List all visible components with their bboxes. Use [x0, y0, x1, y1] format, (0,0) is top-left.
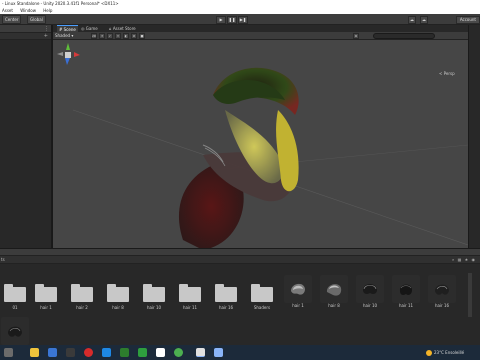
hair-model-thumbnail: [291, 283, 305, 295]
menu-window[interactable]: Window: [20, 8, 36, 13]
filter-icon[interactable]: ▦: [458, 257, 463, 262]
tab-game[interactable]: ◎ Game: [79, 25, 100, 32]
scene-toolbar: Shaded ▾ 2D ☀ ♪ ✦ ◐ # ■ ⚙: [53, 32, 468, 40]
project-toolbar: ts ⌕ ▦ ★ ◉: [0, 256, 480, 264]
unity-icon[interactable]: [196, 348, 205, 357]
opera-icon[interactable]: [84, 348, 93, 357]
hierarchy-toolbar: +: [0, 33, 51, 40]
folder-icon: [4, 283, 26, 302]
scene-tabs: # Scene ◎ Game ⌂ Asset Store: [53, 25, 468, 32]
audio-icon[interactable]: ♪: [107, 33, 113, 39]
hierarchy-panel: ⋮ +: [0, 25, 52, 248]
chrome-icon[interactable]: [174, 348, 183, 357]
2d-toggle[interactable]: 2D: [91, 33, 97, 39]
scene-search-input[interactable]: [373, 33, 435, 39]
asset-item[interactable]: hair 1: [31, 277, 61, 313]
asset-item[interactable]: hair 8: [319, 275, 349, 311]
visual-studio-icon[interactable]: [214, 348, 223, 357]
perspective-label[interactable]: < Persp: [439, 71, 455, 76]
hair-model-thumbnail: [326, 284, 342, 296]
asset-item[interactable]: hair 16: [427, 275, 457, 311]
menu-asset[interactable]: Asset: [2, 8, 13, 13]
tab-asset-store[interactable]: ⌂ Asset Store: [107, 25, 138, 32]
scene-viewport: [72, 67, 468, 248]
project-panel: ts ⌕ ▦ ★ ◉ 01 hair 1 hair 2 hair 8 hair …: [0, 248, 480, 345]
game-icon[interactable]: [138, 348, 147, 357]
cloud-icon[interactable]: ☁: [420, 16, 428, 24]
search-icon[interactable]: ⌕: [452, 257, 455, 262]
asset-item[interactable]: 01: [0, 277, 30, 313]
project-path-label: ts: [1, 257, 5, 262]
lighting-icon[interactable]: ☀: [99, 33, 105, 39]
more-icon[interactable]: ⋮: [44, 25, 49, 33]
edge-icon[interactable]: [48, 348, 57, 357]
asset-item[interactable]: hair 10: [139, 277, 169, 313]
step-button[interactable]: ▶❚: [238, 16, 248, 24]
account-dropdown[interactable]: Account: [455, 16, 480, 24]
play-controls: ▶ ❚❚ ▶❚: [216, 16, 248, 24]
project-header: [0, 249, 480, 256]
pause-button[interactable]: ❚❚: [227, 16, 237, 24]
asset-item[interactable]: Shaders: [247, 277, 277, 313]
folder-icon: [107, 283, 129, 302]
hidden-objects-icon[interactable]: ◐: [123, 33, 129, 39]
folder-icon: [143, 283, 165, 302]
play-button[interactable]: ▶: [216, 16, 226, 24]
asset-item[interactable]: hair 2: [67, 277, 97, 313]
folder-icon: [71, 283, 93, 302]
hair-model: [179, 67, 299, 248]
taskbar: 23°C Ensoleillé: [0, 345, 480, 360]
project-scrollbar[interactable]: [468, 273, 472, 317]
hair-model-thumbnail: [399, 284, 412, 295]
folder-icon: [215, 283, 237, 302]
asset-item[interactable]: hair 10: [355, 275, 385, 311]
settings-icon[interactable]: [156, 348, 165, 357]
hair-model-thumbnail: [435, 284, 449, 295]
folder-icon: [35, 283, 57, 302]
orientation-gizmo[interactable]: [53, 40, 83, 75]
scene-view[interactable]: # Scene ◎ Game ⌂ Asset Store Shaded ▾ 2D…: [53, 25, 468, 248]
menu-help[interactable]: Help: [43, 8, 52, 13]
asset-item[interactable]: hair 11: [391, 275, 421, 311]
asset-item[interactable]: hair 1: [283, 275, 313, 311]
global-local-toggle[interactable]: Global: [27, 15, 46, 24]
spreadsheet-icon[interactable]: [120, 348, 129, 357]
add-icon[interactable]: +: [44, 33, 48, 40]
effects-icon[interactable]: ✦: [115, 33, 121, 39]
photos-icon[interactable]: [102, 348, 111, 357]
shading-mode-dropdown[interactable]: Shaded ▾: [55, 33, 73, 39]
asset-item[interactable]: hair 16: [211, 277, 241, 313]
pivot-center-toggle[interactable]: Center: [2, 15, 22, 24]
project-icons: ⌕ ▦ ★ ◉: [452, 256, 476, 264]
tab-scene[interactable]: # Scene: [57, 25, 78, 32]
asset-item[interactable]: hair 11: [175, 277, 205, 313]
star-icon[interactable]: ★: [465, 257, 470, 262]
window-title: - Linux Standalone - Unity 2020.3.41f1 P…: [0, 0, 480, 8]
hierarchy-header: ⋮: [0, 25, 51, 33]
store-icon[interactable]: [66, 348, 75, 357]
main-toolbar: Center Global ▶ ❚❚ ▶❚ ☁ ☁ Account: [0, 14, 480, 25]
camera-icon[interactable]: ■: [139, 33, 145, 39]
gizmo-settings-icon[interactable]: ⚙: [353, 33, 359, 39]
sun-icon: [426, 350, 432, 356]
folder-icon: [179, 283, 201, 302]
hair-model-thumbnail: [363, 284, 377, 294]
collab-icon[interactable]: ☁: [408, 16, 416, 24]
asset-item[interactable]: hair 8: [103, 277, 133, 313]
mail-icon[interactable]: [30, 348, 39, 357]
inspector-strip: [468, 25, 480, 248]
folder-icon: [251, 283, 273, 302]
weather-widget[interactable]: 23°C Ensoleillé: [426, 348, 464, 357]
grid-icon[interactable]: #: [131, 33, 137, 39]
eye-icon[interactable]: ◉: [472, 257, 477, 262]
hair-model-thumbnail: [8, 326, 22, 337]
explorer-icon[interactable]: [4, 348, 13, 357]
